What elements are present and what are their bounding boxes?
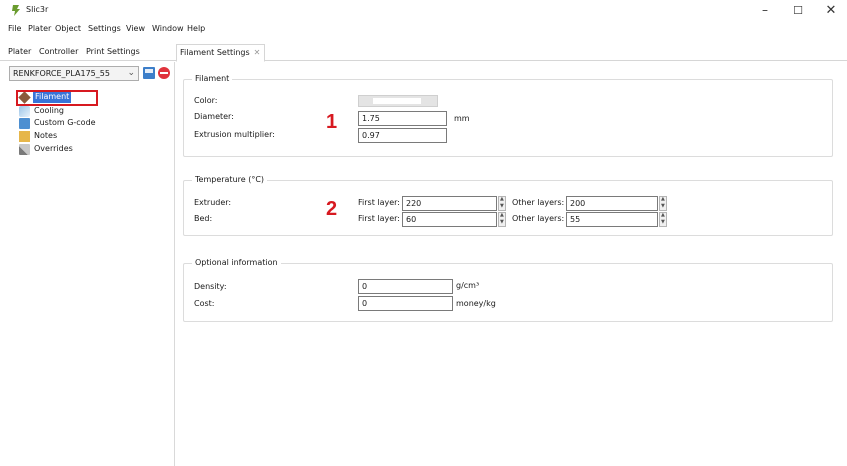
diameter-label: Diameter: bbox=[194, 112, 234, 121]
tab-print-settings[interactable]: Print Settings bbox=[86, 47, 140, 56]
cost-input[interactable]: 0 bbox=[358, 296, 453, 311]
tab-close-icon[interactable]: ✕ bbox=[254, 48, 261, 57]
bed-other-layers-input[interactable]: 55 bbox=[566, 212, 658, 227]
density-unit: g/cm³ bbox=[456, 281, 480, 290]
menu-plater[interactable]: Plater bbox=[28, 24, 51, 33]
annotation-highlight-box bbox=[16, 90, 98, 106]
bed-first-layer-input[interactable]: 60 bbox=[402, 212, 497, 227]
close-button[interactable]: ✕ bbox=[816, 2, 846, 19]
menu-file[interactable]: File bbox=[8, 24, 21, 33]
diameter-unit: mm bbox=[454, 114, 470, 123]
preset-dropdown[interactable]: RENKFORCE_PLA175_55 ⌄ bbox=[9, 66, 139, 81]
extrusion-multiplier-label: Extrusion multiplier: bbox=[194, 130, 275, 139]
optional-information-group: Optional information Density: 0 g/cm³ Co… bbox=[183, 258, 833, 322]
extruder-label: Extruder: bbox=[194, 198, 232, 207]
left-panel: RENKFORCE_PLA175_55 ⌄ Filament Cooling C… bbox=[7, 62, 175, 466]
annotation-number-1: 1 bbox=[326, 111, 338, 133]
density-label: Density: bbox=[194, 282, 227, 291]
tab-bar: Plater Controller Print Settings Filamen… bbox=[0, 43, 847, 62]
bed-other-layers-label: Other layers: bbox=[512, 214, 565, 223]
wrench-icon bbox=[19, 144, 30, 155]
tree-item-overrides[interactable]: Overrides bbox=[19, 143, 119, 156]
diameter-input[interactable]: 1.75 bbox=[358, 111, 447, 126]
window-title: Slic3r bbox=[26, 5, 49, 14]
tab-filament-settings-label: Filament Settings bbox=[180, 48, 250, 57]
cost-unit: money/kg bbox=[456, 299, 496, 308]
menu-settings[interactable]: Settings bbox=[88, 24, 121, 33]
bed-first-layer-label: First layer: bbox=[358, 214, 401, 223]
settings-content: Filament Color: Diameter: 1.75 mm Extrus… bbox=[176, 62, 847, 466]
tab-plater[interactable]: Plater bbox=[8, 47, 31, 56]
tree-item-custom-gcode[interactable]: Custom G-code bbox=[19, 117, 119, 130]
menu-help[interactable]: Help bbox=[187, 24, 205, 33]
tab-controller[interactable]: Controller bbox=[39, 47, 78, 56]
group-title: Filament bbox=[192, 74, 233, 83]
menu-view[interactable]: View bbox=[126, 24, 145, 33]
tree-item-label: Overrides bbox=[34, 144, 73, 153]
extruder-first-layer-spinner[interactable] bbox=[498, 196, 506, 211]
filament-group: Filament Color: Diameter: 1.75 mm Extrus… bbox=[183, 74, 833, 157]
slic3r-logo-icon bbox=[12, 5, 20, 16]
group-title: Temperature (°C) bbox=[192, 175, 268, 184]
title-bar: Slic3r – ☐ ✕ bbox=[0, 0, 847, 21]
tree-item-label: Custom G-code bbox=[34, 118, 96, 127]
delete-preset-icon[interactable] bbox=[158, 67, 170, 79]
tree-item-notes[interactable]: Notes bbox=[19, 130, 119, 143]
chevron-down-icon: ⌄ bbox=[127, 68, 135, 78]
tree-item-label: Notes bbox=[34, 131, 58, 140]
extrusion-multiplier-input[interactable]: 0.97 bbox=[358, 128, 447, 143]
extruder-other-layers-label: Other layers: bbox=[512, 198, 565, 207]
maximize-button[interactable]: ☐ bbox=[783, 2, 813, 19]
extruder-other-layers-input[interactable]: 200 bbox=[566, 196, 658, 211]
minimize-button[interactable]: – bbox=[750, 2, 780, 19]
color-picker[interactable] bbox=[358, 95, 438, 107]
extruder-other-layers-spinner[interactable] bbox=[659, 196, 667, 211]
cooling-icon bbox=[19, 106, 30, 117]
bed-label: Bed: bbox=[194, 214, 213, 223]
bed-other-layers-spinner[interactable] bbox=[659, 212, 667, 227]
group-title: Optional information bbox=[192, 258, 281, 267]
gcode-icon bbox=[19, 118, 30, 129]
notes-icon bbox=[19, 131, 30, 142]
tree-item-label: Cooling bbox=[34, 106, 64, 115]
temperature-group: Temperature (°C) Extruder: First layer: … bbox=[183, 175, 833, 236]
color-label: Color: bbox=[194, 96, 218, 105]
menu-object[interactable]: Object bbox=[55, 24, 81, 33]
cost-label: Cost: bbox=[194, 299, 215, 308]
tab-filament-settings[interactable]: Filament Settings ✕ bbox=[176, 44, 266, 62]
menu-window[interactable]: Window bbox=[152, 24, 184, 33]
extruder-first-layer-label: First layer: bbox=[358, 198, 401, 207]
bed-first-layer-spinner[interactable] bbox=[498, 212, 506, 227]
annotation-number-2: 2 bbox=[326, 198, 338, 220]
preset-value: RENKFORCE_PLA175_55 bbox=[13, 69, 110, 78]
extruder-first-layer-input[interactable]: 220 bbox=[402, 196, 497, 211]
save-preset-icon[interactable] bbox=[143, 67, 155, 79]
density-input[interactable]: 0 bbox=[358, 279, 453, 294]
